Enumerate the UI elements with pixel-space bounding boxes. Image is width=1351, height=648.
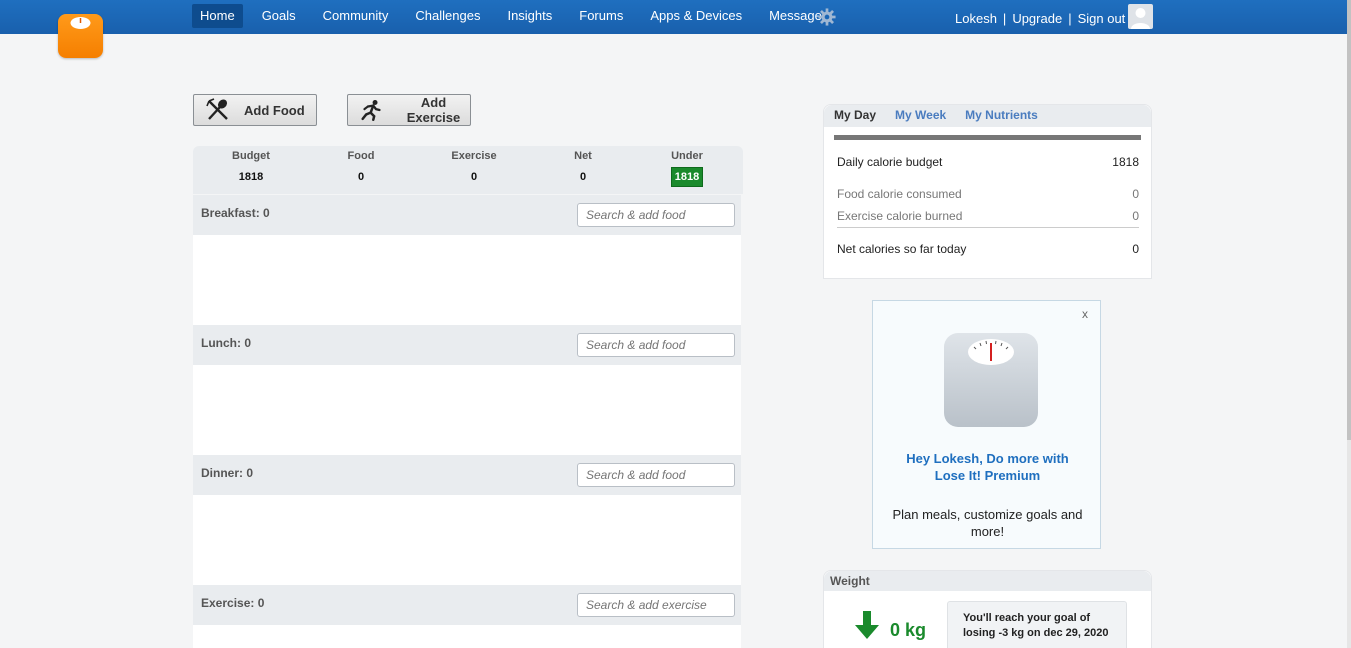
summary-food: Food 0 (311, 150, 411, 183)
nav-goals[interactable]: Goals (254, 4, 304, 28)
breakfast-list (193, 235, 741, 325)
net-row: Net calories so far today 0 (837, 242, 1139, 256)
upgrade-link[interactable]: Upgrade (1012, 11, 1062, 26)
summary-exercise: Exercise 0 (424, 150, 524, 183)
lunch-label: Lunch: 0 (201, 336, 251, 350)
dinner-list (193, 495, 741, 585)
burned-row-label: Exercise calorie burned (837, 209, 963, 223)
promo-description: Plan meals, customize goals and more! (873, 506, 1102, 540)
exercise-list (193, 625, 741, 648)
summary-budget-label: Budget (232, 150, 270, 162)
breakfast-label: Breakfast: 0 (201, 206, 270, 220)
scale-icon (944, 333, 1038, 427)
summary-budget: Budget 1818 (201, 150, 301, 183)
scale-dial-icon (968, 339, 1014, 365)
lunch-search-input[interactable] (577, 333, 735, 357)
running-person-icon (361, 99, 381, 121)
summary-exercise-label: Exercise (451, 150, 497, 162)
my-day-card: My Day My Week My Nutrients Daily calori… (823, 104, 1152, 279)
top-nav-bar: Home Goals Community Challenges Insights… (0, 0, 1347, 34)
add-exercise-label: Add Exercise (406, 95, 461, 125)
weight-title: Weight (824, 571, 1151, 591)
scrollbar-thumb[interactable] (1347, 0, 1351, 440)
tab-my-day[interactable]: My Day (834, 105, 876, 127)
promo-desc-line-2: more! (970, 524, 1005, 539)
nav-challenges[interactable]: Challenges (407, 4, 488, 28)
summary-food-value: 0 (357, 171, 365, 183)
weight-change-value: 0 kg (890, 620, 927, 640)
burned-row: Exercise calorie burned 0 (837, 209, 1139, 223)
exercise-search-input[interactable] (577, 593, 735, 617)
dinner-label: Dinner: 0 (201, 466, 254, 480)
day-tabs: My Day My Week My Nutrients (824, 105, 1151, 127)
close-icon[interactable]: x (1082, 307, 1088, 321)
summary-net-label: Net (574, 150, 592, 162)
summary-food-label: Food (347, 150, 375, 162)
exercise-header: Exercise: 0 (193, 585, 741, 625)
promo-title-line-1: Hey Lokesh, Do more with (906, 451, 1069, 466)
consumed-row-label: Food calorie consumed (837, 187, 962, 201)
summary-net-value: 0 (579, 171, 587, 183)
nav-apps-devices[interactable]: Apps & Devices (642, 4, 750, 28)
username-link[interactable]: Lokesh (955, 11, 997, 26)
main-nav: Home Goals Community Challenges Insights… (192, 4, 847, 28)
goal-projection: You'll reach your goal of losing -3 kg o… (947, 601, 1127, 648)
promo-title[interactable]: Hey Lokesh, Do more with Lose It! Premiu… (873, 450, 1102, 484)
calorie-progress-bar (834, 135, 1141, 140)
goal-line-2: losing -3 kg on dec 29, 2020 (963, 627, 1109, 639)
tab-my-week[interactable]: My Week (895, 105, 946, 127)
summary-exercise-value: 0 (470, 171, 478, 183)
separator: | (1068, 11, 1072, 26)
fork-spoon-icon (206, 98, 228, 120)
promo-desc-line-1: Plan meals, customize goals and (892, 507, 1083, 522)
scale-logo-icon (70, 17, 91, 29)
divider (837, 227, 1139, 228)
net-row-value: 0 (1132, 242, 1139, 256)
user-silhouette-icon (1131, 8, 1150, 29)
burned-row-value: 0 (1132, 209, 1139, 223)
consumed-row: Food calorie consumed 0 (837, 187, 1139, 201)
separator: | (1002, 11, 1007, 26)
budget-row-value: 1818 (1112, 155, 1139, 169)
lunch-header: Lunch: 0 (193, 325, 741, 365)
gear-icon[interactable] (818, 8, 836, 26)
dinner-search-input[interactable] (577, 463, 735, 487)
summary-net: Net 0 (533, 150, 633, 183)
breakfast-search-input[interactable] (577, 203, 735, 227)
promo-title-line-2: Lose It! Premium (934, 468, 1041, 483)
add-exercise-button[interactable]: Add Exercise (347, 94, 471, 126)
goal-line-1: You'll reach your goal of (963, 612, 1091, 624)
page-scrollbar[interactable] (1347, 0, 1351, 648)
app-logo[interactable] (58, 14, 103, 58)
avatar[interactable] (1128, 4, 1153, 29)
summary-under: Under 1818 (637, 150, 737, 187)
summary-under-label: Under (671, 150, 703, 162)
add-food-label: Add Food (244, 102, 305, 118)
weight-card: Weight 0 kg You'll reach your goal of lo… (823, 570, 1152, 648)
nav-insights[interactable]: Insights (499, 4, 560, 28)
sign-out-link[interactable]: Sign out (1078, 11, 1126, 26)
budget-row: Daily calorie budget 1818 (837, 155, 1139, 169)
consumed-row-value: 0 (1132, 187, 1139, 201)
arrow-down-icon (855, 611, 879, 639)
user-links: Lokesh | Upgrade | Sign out (955, 11, 1125, 26)
budget-row-label: Daily calorie budget (837, 155, 943, 169)
add-food-button[interactable]: Add Food (193, 94, 317, 126)
summary-budget-value: 1818 (238, 171, 264, 183)
premium-promo[interactable]: x Hey Lokesh, Do more with Lose It! Prem… (872, 300, 1101, 549)
tab-my-nutrients[interactable]: My Nutrients (965, 105, 1038, 127)
breakfast-header: Breakfast: 0 (193, 195, 741, 235)
nav-home[interactable]: Home (192, 4, 243, 28)
lunch-list (193, 365, 741, 455)
calorie-summary: Budget 1818 Food 0 Exercise 0 Net 0 Unde… (193, 146, 743, 194)
nav-community[interactable]: Community (315, 4, 397, 28)
dinner-header: Dinner: 0 (193, 455, 741, 495)
nav-forums[interactable]: Forums (571, 4, 631, 28)
exercise-label: Exercise: 0 (201, 596, 265, 610)
net-row-label: Net calories so far today (837, 242, 967, 256)
under-badge: 1818 (670, 167, 704, 187)
